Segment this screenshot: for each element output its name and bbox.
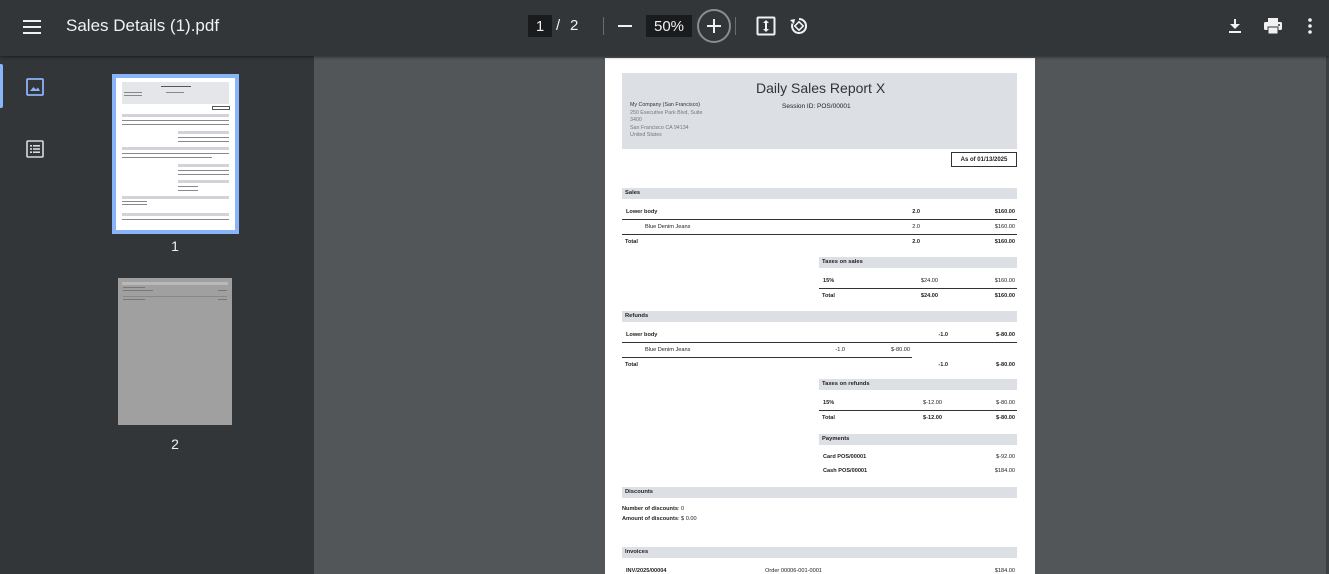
discount-amount-value: : $ 0.00 — [677, 516, 697, 522]
discount-amount: Amount of discounts: $ 0.00 — [622, 516, 697, 522]
section-header-taxes-on-sales: Taxes on sales — [819, 257, 1017, 268]
fit-to-page-icon[interactable] — [752, 12, 780, 40]
discount-count: Number of discounts: 0 — [622, 506, 684, 512]
payment-cash-label: Cash POS/00001 — [823, 468, 868, 474]
discount-amount-label: Amount of discounts — [622, 516, 678, 522]
refund-total-amount: $-80.00 — [996, 362, 1015, 368]
outline-view-icon[interactable] — [18, 132, 52, 166]
refund-tax-total-amount: $-12.00 — [923, 415, 942, 421]
company-address: My Company (San Francisco) 250 Executive… — [630, 102, 702, 140]
refund-category-amount: $-80.00 — [996, 332, 1015, 338]
divider — [622, 357, 912, 358]
divider — [622, 234, 1017, 235]
more-options-icon[interactable] — [1300, 12, 1320, 40]
thumbnail-label: 1 — [171, 238, 179, 254]
zoom-level-input[interactable]: 50% — [646, 15, 692, 37]
tax-total-amount: $24.00 — [920, 293, 938, 299]
discount-count-label: Number of discounts — [622, 506, 678, 512]
tax-amount: $24.00 — [920, 278, 938, 284]
print-icon[interactable] — [1260, 12, 1286, 40]
refund-tax-total-label: Total — [822, 415, 835, 421]
refund-product: Blue Denim Jeans — [645, 347, 691, 353]
page-number-input[interactable]: 1 — [528, 15, 552, 37]
refund-total-qty: -1.0 — [938, 362, 948, 368]
as-of-date: As of 01/13/2025 — [951, 152, 1017, 167]
invoice-number: INV/2025/00004 — [626, 568, 667, 574]
toolbar-divider — [735, 17, 736, 35]
zoom-out-icon[interactable] — [612, 12, 638, 40]
sales-product: Blue Denim Jeans — [645, 224, 691, 230]
sales-product-qty: 2.0 — [912, 224, 920, 230]
document-title: Sales Details (1).pdf — [66, 16, 220, 35]
address-line: 250 Executive Park Blvd, Suite — [630, 109, 703, 116]
toolbar-divider — [603, 17, 604, 35]
refund-category-qty: -1.0 — [938, 332, 948, 338]
address-line: United States — [630, 132, 662, 138]
discount-count-value: : 0 — [677, 506, 685, 512]
invoice-order: Order 00006-001-0001 — [765, 568, 822, 574]
sales-product-amount: $160.00 — [994, 224, 1015, 230]
page-separator: / — [556, 17, 561, 34]
payment-card-label: Card POS/00001 — [823, 454, 867, 460]
sales-total-qty: 2.0 — [912, 239, 920, 245]
thumbnail-sidebar: 1 2 — [0, 56, 314, 574]
session-id: Session ID: POS/00001 — [782, 103, 851, 110]
sales-total-label: Total — [625, 239, 638, 245]
page-thumbnail-1[interactable] — [112, 74, 239, 234]
payment-card-amount: $-92.00 — [996, 454, 1015, 460]
divider — [622, 219, 1017, 220]
zoom-in-icon[interactable] — [697, 9, 731, 43]
document-viewer[interactable]: Daily Sales Report X Session ID: POS/000… — [314, 56, 1329, 574]
menu-icon[interactable] — [16, 10, 50, 44]
company-name: My Company (San Francisco) — [630, 102, 701, 108]
section-header-sales: Sales — [622, 188, 1017, 199]
tax-total-label: Total — [822, 293, 835, 299]
refund-tax-amount: $-12.00 — [923, 400, 942, 406]
tax-base: $160.00 — [994, 278, 1015, 284]
sales-category-qty: 2.0 — [912, 209, 920, 215]
thumbnail-label: 2 — [171, 436, 179, 452]
download-icon[interactable] — [1222, 12, 1248, 40]
report-title: Daily Sales Report X — [756, 80, 886, 96]
page-total: 2 — [570, 17, 579, 34]
divider — [819, 288, 1017, 289]
refund-product-amount: $-80.00 — [891, 347, 910, 353]
tax-rate: 15% — [823, 278, 835, 284]
payment-cash-amount: $184.00 — [994, 468, 1015, 474]
refund-category: Lower body — [626, 332, 658, 338]
section-header-discounts: Discounts — [622, 487, 1017, 498]
pdf-toolbar: Sales Details (1).pdf 1 / 2 50% — [0, 0, 1329, 56]
refund-product-qty: -1.0 — [835, 347, 845, 353]
refund-tax-rate: 15% — [823, 400, 835, 406]
page-thumbnail-2[interactable] — [118, 278, 232, 425]
sales-category: Lower body — [626, 209, 658, 215]
sales-total-amount: $160.00 — [994, 239, 1015, 245]
invoice-amount: $184.00 — [994, 568, 1015, 574]
tax-total-base: $160.00 — [994, 293, 1015, 299]
refund-total-label: Total — [625, 362, 638, 368]
thumbnail-view-icon[interactable] — [0, 64, 52, 108]
refund-tax-total-base: $-80.00 — [996, 415, 1015, 421]
section-header-invoices: Invoices — [622, 547, 1017, 558]
sales-category-amount: $160.00 — [994, 209, 1015, 215]
address-line: 3400 — [630, 117, 642, 123]
rotate-icon[interactable] — [785, 12, 813, 40]
pdf-page: Daily Sales Report X Session ID: POS/000… — [605, 58, 1035, 574]
address-line: San Francisco CA 94134 — [630, 124, 689, 131]
section-header-taxes-on-refunds: Taxes on refunds — [819, 379, 1017, 390]
section-header-refunds: Refunds — [622, 311, 1017, 322]
refund-tax-base: $-80.00 — [996, 400, 1015, 406]
divider — [622, 342, 1017, 343]
section-header-payments: Payments — [819, 434, 1017, 445]
divider — [819, 410, 1017, 411]
